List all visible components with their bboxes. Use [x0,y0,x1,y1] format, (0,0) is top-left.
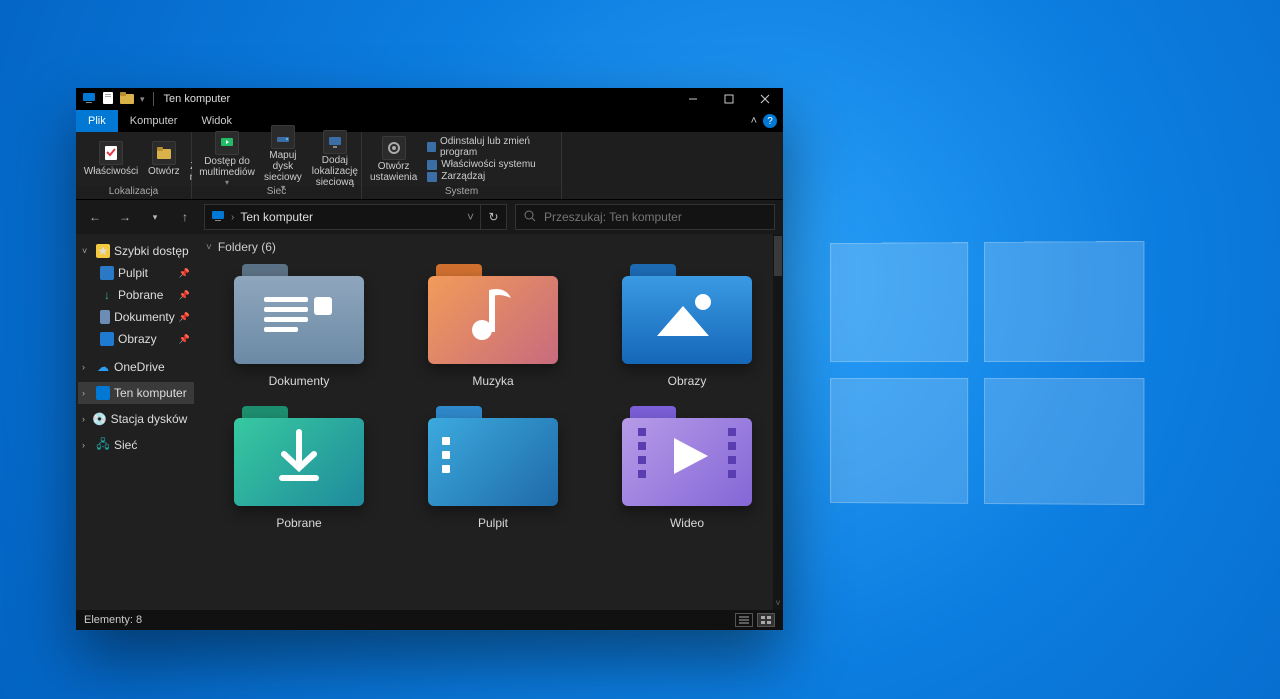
address-location: Ten komputer [240,210,313,224]
sidebar-item-pobrane[interactable]: ↓Pobrane📌 [78,284,194,306]
tab-komputer[interactable]: Komputer [118,110,190,132]
sidebar-onedrive[interactable]: ›☁OneDrive [78,356,194,378]
help-icon[interactable]: ? [763,114,777,128]
folder-dokumenty[interactable]: Dokumenty [206,264,392,388]
content-area: ˅ Foldery (6) Dokumenty [196,234,783,610]
cloud-icon: ☁ [96,360,110,374]
sidebar-stacja-cd[interactable]: ›💿Stacja dysków CD (D:) [78,408,194,430]
ribbon-zarzadzaj-link[interactable]: Zarządzaj [427,171,553,182]
folder-obrazy[interactable]: Obrazy [594,264,780,388]
sidebar-ten-komputer[interactable]: ›Ten komputer [78,382,194,404]
quick-access-folder-icon[interactable] [120,92,134,107]
picture-icon [100,332,114,346]
sidebar-siec[interactable]: ›🖧Sieć [78,434,194,456]
ribbon-mapuj-dysk-button[interactable]: Mapuj dysk sieciowy ▾ [260,123,306,195]
ribbon-odinstaluj-link[interactable]: Odinstaluj lub zmień program [427,136,553,158]
folder-label: Pobrane [276,516,321,530]
disc-icon: 💿 [93,412,107,426]
desktop-background: ▾ Ten komputer Plik Komputer Widok ˄ ? [0,0,1280,699]
refresh-button[interactable]: ↻ [481,204,507,230]
folder-label: Dokumenty [269,374,330,388]
maximize-button[interactable] [711,88,747,110]
ribbon-wlasciwosci-systemu-link[interactable]: Właściwości systemu [427,159,553,170]
status-bar: Elementy: 8 [76,610,783,630]
quick-access-dropdown-icon[interactable]: ▾ [140,94,145,105]
search-icon [524,210,536,225]
ribbon-group-lokalizacja-label: Lokalizacja [76,186,191,199]
folder-pulpit[interactable]: Pulpit [400,406,586,530]
ribbon-otworz-ustawienia-button[interactable]: Otwórz ustawienia [366,134,421,185]
sidebar-item-obrazy[interactable]: Obrazy📌 [78,328,194,350]
folder-label: Wideo [670,516,704,530]
tab-plik[interactable]: Plik [76,110,118,132]
scrollbar-thumb[interactable] [774,236,782,276]
quick-access-properties-icon[interactable] [102,91,114,108]
nav-forward-button[interactable]: → [114,206,136,228]
view-details-button[interactable] [735,613,753,627]
nav-back-button[interactable]: ← [84,206,106,228]
ribbon-tabs: Plik Komputer Widok ˄ ? [76,110,783,132]
network-icon: 🖧 [96,438,110,452]
window-title: Ten komputer [164,93,231,105]
status-text: Elementy: 8 [84,614,142,626]
document-icon [100,310,110,324]
minimize-button[interactable] [675,88,711,110]
ribbon-wlasciwosci-button[interactable]: Właściwości [80,139,142,179]
view-large-icons-button[interactable] [757,613,775,627]
sidebar-item-dokumenty[interactable]: Dokumenty📌 [78,306,194,328]
folder-wideo[interactable]: Wideo [594,406,780,530]
ribbon-dostep-multimediow-button[interactable]: Dostęp do multimediów ▾ [196,129,258,190]
scrollbar[interactable]: ˅ [773,234,783,610]
address-bar[interactable]: › Ten komputer ˅ [204,204,481,230]
ribbon-collapse-icon[interactable]: ˄ [751,115,757,127]
ribbon-group-system-label: System [362,186,561,199]
windows-logo-watermark [830,241,1150,509]
search-box[interactable] [515,204,775,230]
scroll-down-icon[interactable]: ˅ [773,598,783,608]
ribbon-group-siec-label: Sieć [192,186,361,199]
section-foldery-header[interactable]: ˅ Foldery (6) [196,234,783,260]
download-icon: ↓ [100,288,114,302]
ribbon-dodaj-lokalizacje-button[interactable]: Dodaj lokalizację sieciową [308,128,362,190]
computer-icon [211,209,225,226]
folder-label: Muzyka [472,374,513,388]
system-icon[interactable] [82,91,96,108]
ribbon: Właściwości Otwórz Zmień nazwę Lokalizac… [76,132,783,200]
desktop-icon [100,266,114,280]
search-input[interactable] [544,210,766,224]
folder-label: Obrazy [668,374,707,388]
nav-toolbar: ← → ▾ ↑ › Ten komputer ˅ ↻ [76,200,783,234]
nav-up-button[interactable]: ↑ [174,206,196,228]
computer-icon [96,386,110,400]
sidebar-item-pulpit[interactable]: Pulpit📌 [78,262,194,284]
address-dropdown-icon[interactable]: ˅ [467,210,474,224]
nav-recent-dropdown[interactable]: ▾ [144,206,166,228]
folder-pobrane[interactable]: Pobrane [206,406,392,530]
ribbon-otworz-button[interactable]: Otwórz [144,139,184,179]
file-explorer-window: ▾ Ten komputer Plik Komputer Widok ˄ ? [76,88,783,630]
folder-muzyka[interactable]: Muzyka [400,264,586,388]
sidebar-quick-access[interactable]: ˅ ★ Szybki dostęp [78,240,194,262]
star-icon: ★ [96,244,110,258]
close-button[interactable] [747,88,783,110]
titlebar[interactable]: ▾ Ten komputer [76,88,783,110]
sidebar: ˅ ★ Szybki dostęp Pulpit📌 ↓Pobrane📌 Doku… [76,234,196,610]
folder-label: Pulpit [478,516,508,530]
